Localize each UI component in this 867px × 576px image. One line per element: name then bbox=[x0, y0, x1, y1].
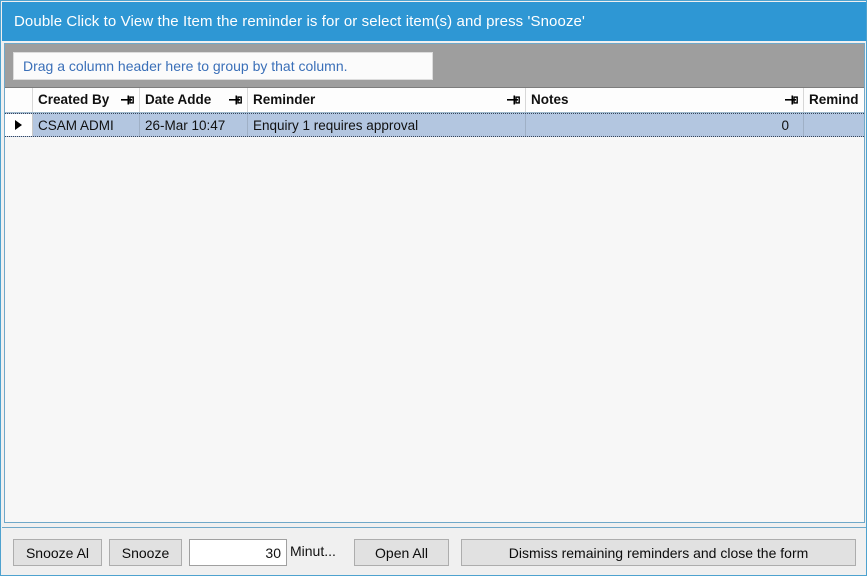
group-by-panel[interactable]: Drag a column header here to group by th… bbox=[5, 44, 864, 88]
column-header-reminder[interactable]: Reminder bbox=[248, 88, 526, 112]
instruction-bar: Double Click to View the Item the remind… bbox=[2, 2, 866, 41]
grid-empty-rows bbox=[5, 137, 864, 497]
pin-icon[interactable] bbox=[121, 95, 134, 106]
snooze-button[interactable]: Snooze bbox=[109, 539, 182, 566]
open-all-button[interactable]: Open All bbox=[354, 539, 449, 566]
cell-created-by[interactable]: CSAM ADMI bbox=[33, 114, 140, 136]
bottom-toolbar: Snooze Al Snooze Minut... Open All Dismi… bbox=[2, 527, 866, 575]
row-indicator-cell[interactable] bbox=[5, 114, 33, 136]
header-indicator-cell bbox=[5, 88, 33, 112]
column-header-label: Date Adde bbox=[145, 92, 212, 108]
snooze-minutes-input[interactable] bbox=[189, 539, 287, 566]
cell-date-added[interactable]: 26-Mar 10:47 bbox=[140, 114, 248, 136]
pin-icon[interactable] bbox=[507, 95, 520, 106]
column-header-notes[interactable]: Notes bbox=[526, 88, 804, 112]
group-by-dropzone[interactable]: Drag a column header here to group by th… bbox=[13, 52, 433, 80]
group-by-hint-text: Drag a column header here to group by th… bbox=[23, 58, 348, 74]
column-header-remind[interactable]: Remind bbox=[804, 88, 864, 112]
cell-remind[interactable] bbox=[804, 114, 864, 136]
reminders-grid: Drag a column header here to group by th… bbox=[4, 43, 865, 523]
column-header-date-added[interactable]: Date Adde bbox=[140, 88, 248, 112]
current-row-arrow-icon bbox=[15, 120, 22, 130]
reminders-window: Double Click to View the Item the remind… bbox=[0, 0, 867, 576]
column-header-label: Reminder bbox=[253, 92, 316, 108]
table-row[interactable]: CSAM ADMI 26-Mar 10:47 Enquiry 1 require… bbox=[5, 113, 864, 137]
grid-rows-area: CSAM ADMI 26-Mar 10:47 Enquiry 1 require… bbox=[5, 113, 864, 497]
snooze-all-button[interactable]: Snooze Al bbox=[13, 539, 102, 566]
cell-notes[interactable]: 0 bbox=[526, 114, 804, 136]
column-header-label: Remind bbox=[809, 92, 859, 108]
dismiss-remaining-button[interactable]: Dismiss remaining reminders and close th… bbox=[461, 539, 856, 566]
grid-header-row: Created By Date Adde Reminder Notes Remi… bbox=[5, 88, 864, 113]
minutes-label: Minut... bbox=[290, 543, 336, 559]
pin-icon[interactable] bbox=[785, 95, 798, 106]
column-header-label: Notes bbox=[531, 92, 569, 108]
column-header-label: Created By bbox=[38, 92, 110, 108]
instruction-text: Double Click to View the Item the remind… bbox=[14, 13, 585, 30]
cell-reminder[interactable]: Enquiry 1 requires approval bbox=[248, 114, 526, 136]
column-header-created-by[interactable]: Created By bbox=[33, 88, 140, 112]
pin-icon[interactable] bbox=[229, 95, 242, 106]
